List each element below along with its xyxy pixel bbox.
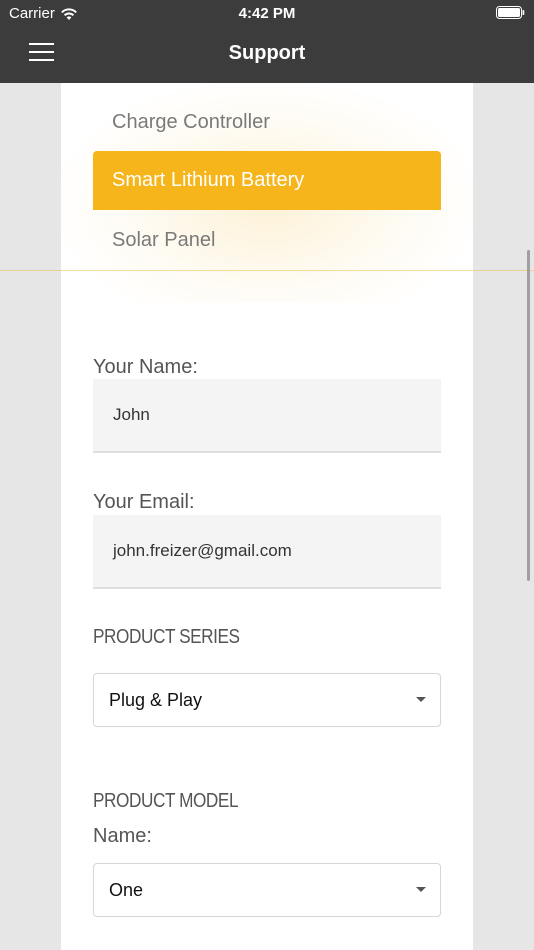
- email-label: Your Email:: [93, 491, 195, 513]
- picker-item-solar-panel[interactable]: Solar Panel: [93, 211, 441, 270]
- email-field[interactable]: john.freizer@gmail.com: [93, 515, 441, 589]
- name-label: Your Name:: [93, 356, 198, 378]
- model-name-select[interactable]: One: [93, 863, 441, 917]
- chevron-down-icon: [416, 887, 426, 892]
- scrollbar[interactable]: [527, 250, 530, 581]
- product-series-value: Plug & Play: [109, 690, 203, 710]
- battery-icon: [496, 6, 525, 19]
- top-bar: Carrier 4:42 PM Support: [0, 0, 534, 83]
- picker-item-charge-controller[interactable]: Charge Controller: [93, 93, 441, 152]
- name-field[interactable]: John: [93, 379, 441, 453]
- model-name-label: Name:: [93, 825, 152, 847]
- product-series-select[interactable]: Plug & Play: [93, 673, 441, 727]
- picker-item-smart-lithium-battery[interactable]: Smart Lithium Battery: [93, 151, 441, 210]
- picker-divider: [0, 270, 534, 271]
- product-series-heading: PRODUCT SERIES: [93, 626, 240, 648]
- product-model-heading: PRODUCT MODEL: [93, 790, 239, 812]
- status-time: 4:42 PM: [238, 5, 296, 22]
- chevron-down-icon: [416, 697, 426, 702]
- page-title: Support: [228, 42, 306, 64]
- model-name-value: One: [109, 880, 144, 900]
